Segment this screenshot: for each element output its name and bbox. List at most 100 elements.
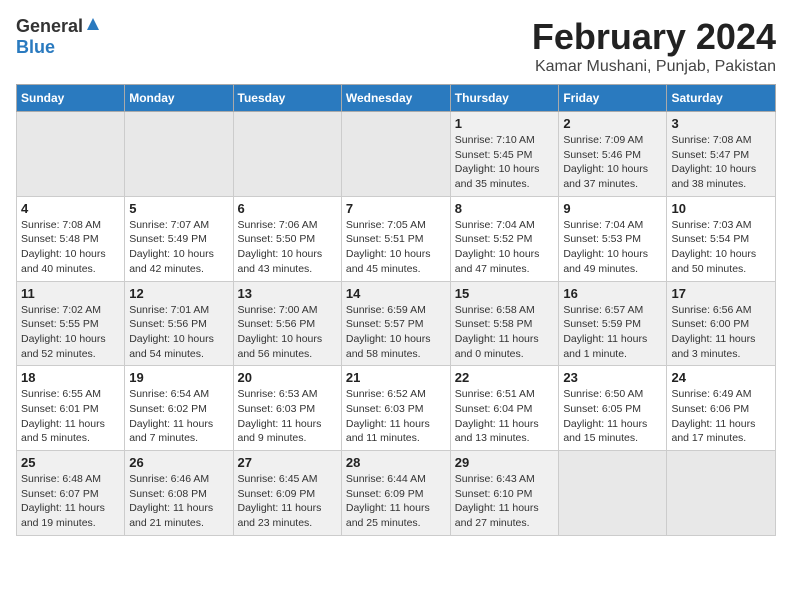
logo-general: General [16, 16, 83, 37]
calendar-header-row: SundayMondayTuesdayWednesdayThursdayFrid… [17, 85, 776, 112]
day-of-week-header: Friday [559, 85, 667, 112]
calendar-day-cell [341, 112, 450, 197]
day-number: 13 [238, 286, 337, 301]
location-title: Kamar Mushani, Punjab, Pakistan [532, 58, 776, 76]
day-info: Sunrise: 7:05 AMSunset: 5:51 PMDaylight:… [346, 218, 446, 277]
day-number: 10 [671, 201, 771, 216]
calendar-day-cell [233, 112, 341, 197]
day-number: 26 [129, 455, 228, 470]
calendar-day-cell [125, 112, 233, 197]
calendar-day-cell: 11 Sunrise: 7:02 AMSunset: 5:55 PMDayligh… [17, 281, 125, 366]
calendar-day-cell: 22 Sunrise: 6:51 AMSunset: 6:04 PMDayligh… [450, 366, 559, 451]
day-number: 14 [346, 286, 446, 301]
day-info: Sunrise: 7:08 AMSunset: 5:48 PMDaylight:… [21, 218, 120, 277]
calendar-day-cell: 20 Sunrise: 6:53 AMSunset: 6:03 PMDayligh… [233, 366, 341, 451]
day-number: 23 [563, 370, 662, 385]
calendar-day-cell: 26 Sunrise: 6:46 AMSunset: 6:08 PMDayligh… [125, 451, 233, 536]
calendar-day-cell: 21 Sunrise: 6:52 AMSunset: 6:03 PMDayligh… [341, 366, 450, 451]
day-number: 18 [21, 370, 120, 385]
day-number: 12 [129, 286, 228, 301]
calendar-day-cell: 16Sunrise: 6:57 AMSunset: 5:59 PMDayligh… [559, 281, 667, 366]
calendar-day-cell: 14 Sunrise: 6:59 AMSunset: 5:57 PMDayligh… [341, 281, 450, 366]
day-number: 1 [455, 116, 555, 131]
page-header: General Blue February 2024 Kamar Mushani… [16, 16, 776, 76]
day-info: Sunrise: 6:46 AMSunset: 6:08 PMDaylight:… [129, 472, 228, 531]
day-info: Sunrise: 7:09 AMSunset: 5:46 PMDaylight:… [563, 133, 662, 192]
day-number: 20 [238, 370, 337, 385]
calendar-day-cell: 15 Sunrise: 6:58 AMSunset: 5:58 PMDayligh… [450, 281, 559, 366]
day-info: Sunrise: 6:56 AMSunset: 6:00 PMDaylight:… [671, 303, 771, 362]
calendar-day-cell: 24 Sunrise: 6:49 AMSunset: 6:06 PMDayligh… [667, 366, 776, 451]
title-area: February 2024 Kamar Mushani, Punjab, Pak… [532, 16, 776, 76]
day-info: Sunrise: 7:06 AMSunset: 5:50 PMDaylight:… [238, 218, 337, 277]
day-of-week-header: Monday [125, 85, 233, 112]
calendar-week-row: 1 Sunrise: 7:10 AMSunset: 5:45 PMDaylight… [17, 112, 776, 197]
calendar-day-cell: 28 Sunrise: 6:44 AMSunset: 6:09 PMDayligh… [341, 451, 450, 536]
day-info: Sunrise: 6:51 AMSunset: 6:04 PMDaylight:… [455, 387, 555, 446]
day-number: 24 [671, 370, 771, 385]
day-info: Sunrise: 6:43 AMSunset: 6:10 PMDaylight:… [455, 472, 555, 531]
day-number: 17 [671, 286, 771, 301]
calendar-day-cell: 5Sunrise: 7:07 AMSunset: 5:49 PMDaylight… [125, 196, 233, 281]
day-info: Sunrise: 6:53 AMSunset: 6:03 PMDaylight:… [238, 387, 337, 446]
calendar-day-cell: 8Sunrise: 7:04 AMSunset: 5:52 PMDaylight… [450, 196, 559, 281]
day-info: Sunrise: 6:58 AMSunset: 5:58 PMDaylight:… [455, 303, 555, 362]
day-info: Sunrise: 6:54 AMSunset: 6:02 PMDaylight:… [129, 387, 228, 446]
calendar-day-cell: 18 Sunrise: 6:55 AMSunset: 6:01 PMDayligh… [17, 366, 125, 451]
calendar-week-row: 25Sunrise: 6:48 AMSunset: 6:07 PMDayligh… [17, 451, 776, 536]
month-title: February 2024 [532, 16, 776, 58]
day-number: 29 [455, 455, 555, 470]
day-number: 9 [563, 201, 662, 216]
day-of-week-header: Tuesday [233, 85, 341, 112]
day-info: Sunrise: 7:07 AMSunset: 5:49 PMDaylight:… [129, 218, 228, 277]
day-of-week-header: Thursday [450, 85, 559, 112]
calendar-day-cell: 25Sunrise: 6:48 AMSunset: 6:07 PMDayligh… [17, 451, 125, 536]
calendar-day-cell: 17 Sunrise: 6:56 AMSunset: 6:00 PMDayligh… [667, 281, 776, 366]
day-number: 7 [346, 201, 446, 216]
calendar-day-cell: 7 Sunrise: 7:05 AMSunset: 5:51 PMDaylight… [341, 196, 450, 281]
calendar-day-cell: 1 Sunrise: 7:10 AMSunset: 5:45 PMDaylight… [450, 112, 559, 197]
day-number: 19 [129, 370, 228, 385]
day-info: Sunrise: 6:49 AMSunset: 6:06 PMDaylight:… [671, 387, 771, 446]
day-info: Sunrise: 7:10 AMSunset: 5:45 PMDaylight:… [455, 133, 555, 192]
calendar-day-cell: 12 Sunrise: 7:01 AMSunset: 5:56 PMDayligh… [125, 281, 233, 366]
day-info: Sunrise: 6:50 AMSunset: 6:05 PMDaylight:… [563, 387, 662, 446]
logo: General Blue [16, 16, 101, 58]
calendar-week-row: 11 Sunrise: 7:02 AMSunset: 5:55 PMDayligh… [17, 281, 776, 366]
day-number: 11 [21, 286, 120, 301]
day-number: 22 [455, 370, 555, 385]
calendar-day-cell: 13 Sunrise: 7:00 AMSunset: 5:56 PMDayligh… [233, 281, 341, 366]
day-number: 6 [238, 201, 337, 216]
day-info: Sunrise: 7:02 AMSunset: 5:55 PMDaylight:… [21, 303, 120, 362]
calendar-day-cell: 9 Sunrise: 7:04 AMSunset: 5:53 PMDaylight… [559, 196, 667, 281]
day-info: Sunrise: 7:04 AMSunset: 5:53 PMDaylight:… [563, 218, 662, 277]
day-info: Sunrise: 6:52 AMSunset: 6:03 PMDaylight:… [346, 387, 446, 446]
calendar-day-cell: 6 Sunrise: 7:06 AMSunset: 5:50 PMDaylight… [233, 196, 341, 281]
calendar-table: SundayMondayTuesdayWednesdayThursdayFrid… [16, 84, 776, 536]
day-info: Sunrise: 6:59 AMSunset: 5:57 PMDaylight:… [346, 303, 446, 362]
day-number: 27 [238, 455, 337, 470]
day-info: Sunrise: 7:00 AMSunset: 5:56 PMDaylight:… [238, 303, 337, 362]
day-of-week-header: Saturday [667, 85, 776, 112]
day-info: Sunrise: 6:55 AMSunset: 6:01 PMDaylight:… [21, 387, 120, 446]
calendar-week-row: 4 Sunrise: 7:08 AMSunset: 5:48 PMDaylight… [17, 196, 776, 281]
calendar-day-cell: 19 Sunrise: 6:54 AMSunset: 6:02 PMDayligh… [125, 366, 233, 451]
day-number: 15 [455, 286, 555, 301]
day-of-week-header: Wednesday [341, 85, 450, 112]
day-number: 2 [563, 116, 662, 131]
day-number: 21 [346, 370, 446, 385]
calendar-day-cell: 2 Sunrise: 7:09 AMSunset: 5:46 PMDaylight… [559, 112, 667, 197]
calendar-day-cell: 23 Sunrise: 6:50 AMSunset: 6:05 PMDayligh… [559, 366, 667, 451]
day-of-week-header: Sunday [17, 85, 125, 112]
day-number: 8 [455, 201, 555, 216]
day-number: 28 [346, 455, 446, 470]
day-info: Sunrise: 6:48 AMSunset: 6:07 PMDaylight:… [21, 472, 120, 531]
day-info: Sunrise: 7:03 AMSunset: 5:54 PMDaylight:… [671, 218, 771, 277]
day-info: Sunrise: 7:01 AMSunset: 5:56 PMDaylight:… [129, 303, 228, 362]
day-info: Sunrise: 6:44 AMSunset: 6:09 PMDaylight:… [346, 472, 446, 531]
day-number: 16 [563, 286, 662, 301]
calendar-week-row: 18 Sunrise: 6:55 AMSunset: 6:01 PMDayligh… [17, 366, 776, 451]
calendar-day-cell: 3Sunrise: 7:08 AMSunset: 5:47 PMDaylight… [667, 112, 776, 197]
day-number: 4 [21, 201, 120, 216]
calendar-day-cell: 29 Sunrise: 6:43 AMSunset: 6:10 PMDayligh… [450, 451, 559, 536]
